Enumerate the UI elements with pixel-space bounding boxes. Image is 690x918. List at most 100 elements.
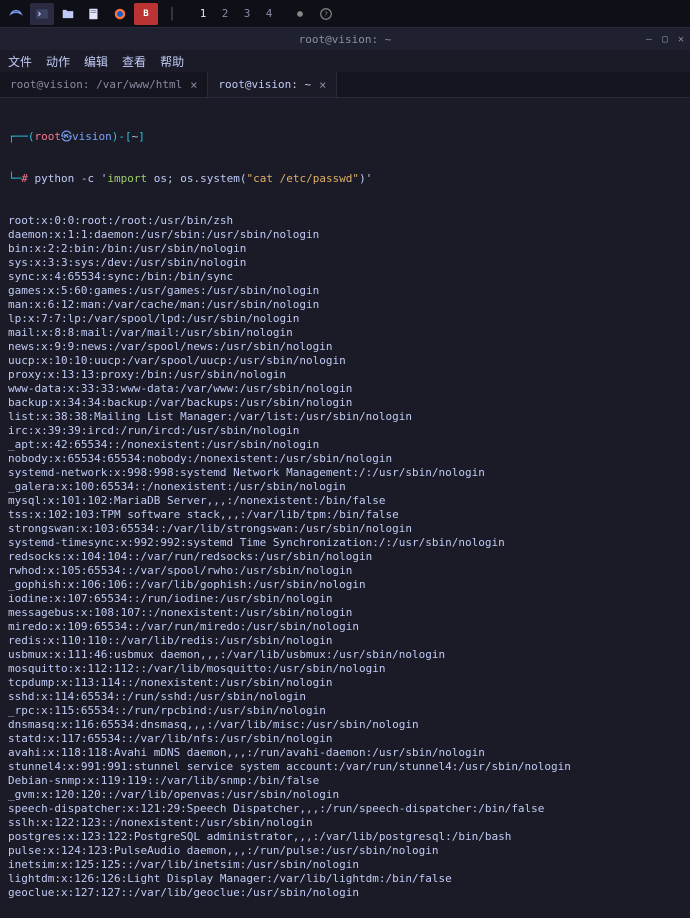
output-line: avahi:x:118:118:Avahi mDNS daemon,,,:/ru… — [8, 746, 682, 760]
prompt-deco: └─ — [8, 172, 21, 186]
terminal-tabbar: root@vision: /var/www/html × root@vision… — [0, 72, 690, 98]
menu-bar: 文件 动作 编辑 查看 帮助 — [0, 50, 690, 72]
output-line: inetsim:x:125:125::/var/lib/inetsim:/usr… — [8, 858, 682, 872]
output-line: postgres:x:123:122:PostgreSQL administra… — [8, 830, 682, 844]
terminal-task-icon[interactable] — [30, 3, 54, 25]
output-line: games:x:5:60:games:/usr/games:/usr/sbin/… — [8, 284, 682, 298]
prompt-arrow: # — [21, 172, 34, 186]
output-line: messagebus:x:108:107::/nonexistent:/usr/… — [8, 606, 682, 620]
output-line: _gophish:x:106:106::/var/lib/gophish:/us… — [8, 578, 682, 592]
terminal-viewport[interactable]: ┌──(root㉿vision)-[~] └─# python -c 'impo… — [0, 98, 690, 918]
output-line: dnsmasq:x:116:65534:dnsmasq,,,:/var/lib/… — [8, 718, 682, 732]
workspace-1[interactable]: 1 — [192, 3, 214, 25]
prompt-deco: )-[ — [112, 130, 132, 144]
cmd-flag: -c — [81, 172, 94, 186]
output-line: bin:x:2:2:bin:/bin:/usr/sbin/nologin — [8, 242, 682, 256]
output-line: nobody:x:65534:65534:nobody:/nonexistent… — [8, 452, 682, 466]
output-line: pulse:x:124:123:PulseAudio daemon,,,:/ru… — [8, 844, 682, 858]
output-line: man:x:6:12:man:/var/cache/man:/usr/sbin/… — [8, 298, 682, 312]
tab-home[interactable]: root@vision: ~ × — [208, 72, 337, 97]
output-line: irc:x:39:39:ircd:/run/ircd:/usr/sbin/nol… — [8, 424, 682, 438]
output-line: _apt:x:42:65534::/nonexistent:/usr/sbin/… — [8, 438, 682, 452]
kali-menu-icon[interactable] — [4, 3, 28, 25]
tab-var-www-html[interactable]: root@vision: /var/www/html × — [0, 72, 208, 97]
output-line: redis:x:110:110::/var/lib/redis:/usr/sbi… — [8, 634, 682, 648]
output-line: stunnel4:x:991:991:stunnel service syste… — [8, 760, 682, 774]
prompt-host: vision — [72, 130, 112, 144]
output-line: root:x:0:0:root:/root:/usr/bin/zsh — [8, 214, 682, 228]
output-line: systemd-timesync:x:992:992:systemd Time … — [8, 536, 682, 550]
cmd-end: )' — [359, 172, 372, 186]
output-line: geoclue:x:127:127::/var/lib/geoclue:/usr… — [8, 886, 682, 900]
menu-file[interactable]: 文件 — [8, 53, 32, 70]
output-line: uucp:x:10:10:uucp:/var/spool/uucp:/usr/s… — [8, 354, 682, 368]
output-line: sync:x:4:65534:sync:/bin:/bin/sync — [8, 270, 682, 284]
workspace-2[interactable]: 2 — [214, 3, 236, 25]
divider-icon: | — [160, 3, 184, 25]
prompt-line-1: ┌──(root㉿vision)-[~] — [8, 130, 682, 144]
burp-icon[interactable]: B — [134, 3, 158, 25]
output-line: speech-dispatcher:x:121:29:Speech Dispat… — [8, 802, 682, 816]
output-line: tcpdump:x:113:114::/nonexistent:/usr/sbi… — [8, 676, 682, 690]
firefox-icon[interactable] — [108, 3, 132, 25]
output-line: sshd:x:114:65534::/run/sshd:/usr/sbin/no… — [8, 690, 682, 704]
output-line: tss:x:102:103:TPM software stack,,,:/var… — [8, 508, 682, 522]
cmd-string: "cat /etc/passwd" — [246, 172, 359, 186]
output-line: daemon:x:1:1:daemon:/usr/sbin:/usr/sbin/… — [8, 228, 682, 242]
workspace-3[interactable]: 3 — [236, 3, 258, 25]
menu-edit[interactable]: 编辑 — [84, 53, 108, 70]
output-line: usbmux:x:111:46:usbmux daemon,,,:/var/li… — [8, 648, 682, 662]
output-line: mail:x:8:8:mail:/var/mail:/usr/sbin/nolo… — [8, 326, 682, 340]
output-line: _rpc:x:115:65534::/run/rpcbind:/usr/sbin… — [8, 704, 682, 718]
prompt-deco: ] — [138, 130, 145, 144]
os-taskbar: B | 1 2 3 4 ? — [0, 0, 690, 28]
output-line: systemd-network:x:998:998:systemd Networ… — [8, 466, 682, 480]
cmd-quote: ' — [101, 172, 108, 186]
output-line: redsocks:x:104:104::/var/run/redsocks:/u… — [8, 550, 682, 564]
command-output: root:x:0:0:root:/root:/usr/bin/zshdaemon… — [8, 214, 682, 900]
output-line: lp:x:7:7:lp:/var/spool/lpd:/usr/sbin/nol… — [8, 312, 682, 326]
output-line: proxy:x:13:13:proxy:/bin:/usr/sbin/nolog… — [8, 368, 682, 382]
output-line: list:x:38:38:Mailing List Manager:/var/l… — [8, 410, 682, 424]
maximize-icon[interactable]: ▢ — [662, 34, 668, 45]
prompt-line-2: └─# python -c 'import os; os.system("cat… — [8, 172, 682, 186]
output-line: Debian-snmp:x:119:119::/var/lib/snmp:/bi… — [8, 774, 682, 788]
output-line: statd:x:117:65534::/var/lib/nfs:/usr/sbi… — [8, 732, 682, 746]
output-line: mosquitto:x:112:112::/var/lib/mosquitto:… — [8, 662, 682, 676]
output-line: backup:x:34:34:backup:/var/backups:/usr/… — [8, 396, 682, 410]
cmd-bin: python — [35, 172, 75, 186]
workspace-4[interactable]: 4 — [258, 3, 280, 25]
help-icon[interactable]: ? — [314, 3, 338, 25]
output-line: www-data:x:33:33:www-data:/var/www:/usr/… — [8, 382, 682, 396]
tab-label: root@vision: ~ — [218, 78, 311, 91]
output-line: news:x:9:9:news:/var/spool/news:/usr/sbi… — [8, 340, 682, 354]
output-line: lightdm:x:126:126:Light Display Manager:… — [8, 872, 682, 886]
prompt-deco: ┌──( — [8, 130, 35, 144]
menu-help[interactable]: 帮助 — [160, 53, 184, 70]
output-line: _gvm:x:120:120::/var/lib/openvas:/usr/sb… — [8, 788, 682, 802]
text-editor-icon[interactable] — [82, 3, 106, 25]
cmd-import: import — [107, 172, 147, 186]
output-line: strongswan:x:103:65534::/var/lib/strongs… — [8, 522, 682, 536]
close-icon[interactable]: ✕ — [678, 34, 684, 45]
menu-view[interactable]: 查看 — [122, 53, 146, 70]
minimize-icon[interactable]: ― — [646, 34, 652, 45]
prompt-at: ㉿ — [61, 130, 72, 144]
output-line: _galera:x:100:65534::/nonexistent:/usr/s… — [8, 480, 682, 494]
output-line: iodine:x:107:65534::/run/iodine:/usr/sbi… — [8, 592, 682, 606]
record-icon[interactable] — [288, 3, 312, 25]
svg-text:?: ? — [324, 10, 328, 18]
output-line: sys:x:3:3:sys:/dev:/usr/sbin/nologin — [8, 256, 682, 270]
output-line: miredo:x:109:65534::/var/run/miredo:/usr… — [8, 620, 682, 634]
close-icon[interactable]: × — [190, 78, 197, 92]
window-titlebar[interactable]: root@vision: ~ ― ▢ ✕ — [0, 28, 690, 50]
output-line: rwhod:x:105:65534::/var/spool/rwho:/usr/… — [8, 564, 682, 578]
close-icon[interactable]: × — [319, 78, 326, 92]
workspace-switcher[interactable]: 1 2 3 4 — [192, 3, 280, 25]
files-task-icon[interactable] — [56, 3, 80, 25]
menu-action[interactable]: 动作 — [46, 53, 70, 70]
prompt-user: root — [35, 130, 62, 144]
output-line: sslh:x:122:123::/nonexistent:/usr/sbin/n… — [8, 816, 682, 830]
prompt-path: ~ — [132, 130, 139, 144]
window-title: root@vision: ~ — [299, 33, 392, 46]
